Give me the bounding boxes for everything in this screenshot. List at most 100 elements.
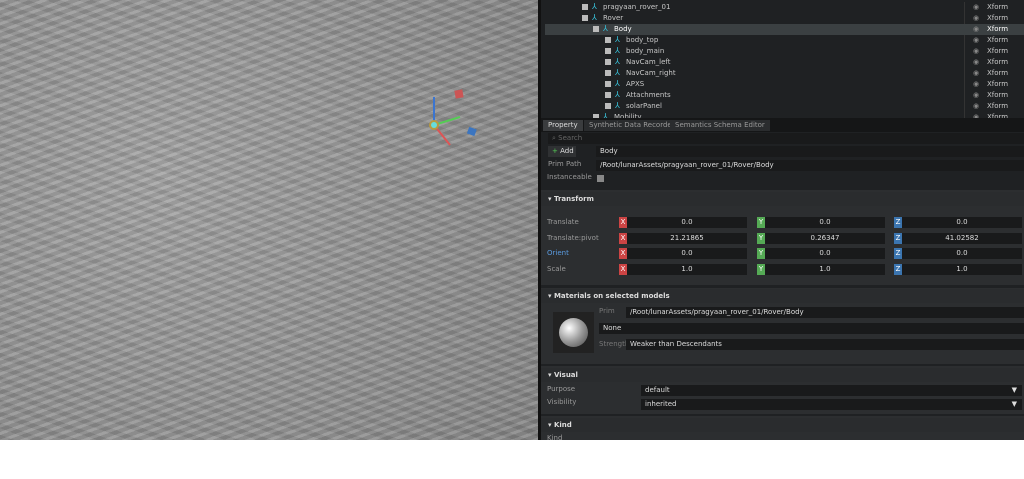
tab-semantics-schema-editor[interactable]: Semantics Schema Editor — [670, 120, 770, 131]
eye-visibility-icon[interactable]: ◉ — [973, 90, 979, 101]
prim-type: Xform — [987, 14, 1009, 22]
transform-x-field[interactable]: 0.0 — [627, 217, 747, 228]
purpose-label: Purpose — [547, 385, 576, 393]
eye-visibility-icon[interactable]: ◉ — [973, 35, 979, 46]
prim-label: solarPanel — [626, 102, 662, 110]
eye-visibility-icon[interactable]: ◉ — [973, 101, 979, 112]
material-dropdown[interactable]: None — [599, 323, 1024, 334]
eye-visibility-icon[interactable]: ◉ — [973, 2, 979, 13]
axis-x-label[interactable]: X — [619, 248, 627, 259]
eye-visibility-icon[interactable]: ◉ — [973, 13, 979, 24]
search-input[interactable]: ⌕ Search — [548, 133, 1024, 144]
stage-tree-row[interactable]: ⅄ Rover ◉ Xform — [545, 13, 1024, 24]
transform-x-field[interactable]: 0.0 — [627, 248, 747, 259]
eye-visibility-icon[interactable]: ◉ — [973, 57, 979, 68]
expand-toggle-icon[interactable] — [605, 92, 611, 98]
stage-tree-row[interactable]: ⅄ Body ◉ Xform — [545, 24, 1024, 35]
expand-toggle-icon[interactable] — [605, 81, 611, 87]
expand-toggle-icon[interactable] — [593, 26, 599, 32]
visibility-dropdown[interactable]: inherited ▼ — [641, 399, 1022, 410]
viewport[interactable] — [0, 0, 538, 440]
instanceable-checkbox[interactable] — [597, 175, 604, 182]
transform-y-field[interactable]: 0.26347 — [765, 233, 885, 244]
expand-toggle-icon[interactable] — [605, 70, 611, 76]
prim-label: NavCam_right — [626, 69, 676, 77]
axis-x-label[interactable]: X — [619, 264, 627, 275]
visual-header[interactable]: ▾ Visual — [541, 368, 1024, 382]
axis-y-label[interactable]: Y — [757, 233, 765, 244]
axis-x-label[interactable]: X — [619, 233, 627, 244]
prim-path-label: Prim Path — [548, 160, 582, 168]
transform-z-field[interactable]: 0.0 — [902, 248, 1022, 259]
tab-property[interactable]: Property — [543, 120, 583, 131]
axis-x-label[interactable]: X — [619, 217, 627, 228]
stage-tree-row[interactable]: ⅄ pragyaan_rover_01 ◉ Xform — [545, 2, 1024, 13]
prim-type: Xform — [987, 36, 1009, 44]
eye-visibility-icon[interactable]: ◉ — [973, 68, 979, 79]
xform-icon: ⅄ — [592, 13, 597, 22]
xform-icon: ⅄ — [592, 2, 597, 11]
transform-y-field[interactable]: 1.0 — [765, 264, 885, 275]
stage-tree-row[interactable]: ⅄ body_top ◉ Xform — [545, 35, 1024, 46]
eye-visibility-icon[interactable]: ◉ — [973, 46, 979, 57]
transform-y-field[interactable]: 0.0 — [765, 217, 885, 228]
prim-type: Xform — [987, 80, 1009, 88]
prim-label: Body — [614, 25, 632, 33]
expand-toggle-icon[interactable] — [582, 15, 588, 21]
stage-tree-row[interactable]: ⅄ NavCam_right ◉ Xform — [545, 68, 1024, 79]
eye-visibility-icon[interactable]: ◉ — [973, 24, 979, 35]
tab-synthetic-data-recorder[interactable]: Synthetic Data Recorder — [584, 120, 680, 131]
xform-icon: ⅄ — [615, 90, 620, 99]
prim-path-field[interactable]: /Root/lunarAssets/pragyaan_rover_01/Rove… — [596, 160, 1024, 171]
xform-icon: ⅄ — [615, 46, 620, 55]
transform-z-field[interactable]: 41.02582 — [902, 233, 1022, 244]
axis-z-label[interactable]: Z — [894, 248, 902, 259]
axis-z-label[interactable]: Z — [894, 217, 902, 228]
add-button[interactable]: + Add — [548, 146, 576, 157]
instanceable-label: Instanceable — [547, 173, 592, 181]
material-preview — [553, 312, 594, 353]
eye-visibility-icon[interactable]: ◉ — [973, 79, 979, 90]
stage-tree-row[interactable]: ⅄ body_main ◉ Xform — [545, 46, 1024, 57]
kind-header[interactable]: ▾ Kind — [541, 418, 1024, 432]
transform-gizmo[interactable] — [420, 85, 485, 150]
axis-z-label[interactable]: Z — [894, 233, 902, 244]
stage-tree-row[interactable]: ⅄ solarPanel ◉ Xform — [545, 101, 1024, 112]
expand-toggle-icon[interactable] — [582, 4, 588, 10]
transform-x-field[interactable]: 21.21865 — [627, 233, 747, 244]
purpose-dropdown[interactable]: default ▼ — [641, 385, 1022, 396]
plus-icon: + — [552, 147, 558, 155]
axis-y-label[interactable]: Y — [757, 264, 765, 275]
transform-z-field[interactable]: 1.0 — [902, 264, 1022, 275]
axis-z-label[interactable]: Z — [894, 264, 902, 275]
axis-y-label[interactable]: Y — [757, 248, 765, 259]
prim-type: Xform — [987, 69, 1009, 77]
transform-header[interactable]: ▾ Transform — [541, 192, 1024, 206]
stage-tree-row[interactable]: ⅄ APXS ◉ Xform — [545, 79, 1024, 90]
strength-dropdown[interactable]: Weaker than Descendants — [626, 339, 1024, 350]
prim-label: Attachments — [626, 91, 671, 99]
transform-y-field[interactable]: 0.0 — [765, 248, 885, 259]
prim-label: APXS — [626, 80, 645, 88]
materials-header[interactable]: ▾ Materials on selected models — [541, 289, 1024, 303]
expand-toggle-icon[interactable] — [605, 103, 611, 109]
stage-tree-row[interactable]: ⅄ Attachments ◉ Xform — [545, 90, 1024, 101]
material-prim-field: /Root/lunarAssets/pragyaan_rover_01/Rove… — [626, 307, 1024, 318]
transform-z-field[interactable]: 0.0 — [902, 217, 1022, 228]
kind-label: Kind — [547, 434, 563, 440]
expand-toggle-icon[interactable] — [605, 37, 611, 43]
xform-icon: ⅄ — [603, 24, 608, 33]
stage-tree: ⅄ pragyaan_rover_01 ◉ Xform ⅄ Rover ◉ Xform ⅄ Bod… — [541, 2, 1024, 118]
axis-y-label[interactable]: Y — [757, 217, 765, 228]
prim-name-field[interactable]: Body — [596, 146, 1024, 157]
prim-type: Xform — [987, 25, 1009, 33]
right-panel: ⅄ pragyaan_rover_01 ◉ Xform ⅄ Rover ◉ Xform ⅄ Bod… — [538, 0, 1024, 440]
material-sphere-icon — [559, 318, 588, 347]
expand-toggle-icon[interactable] — [605, 48, 611, 54]
stage-tree-row[interactable]: ⅄ NavCam_left ◉ Xform — [545, 57, 1024, 68]
prim-label: NavCam_left — [626, 58, 671, 66]
transform-x-field[interactable]: 1.0 — [627, 264, 747, 275]
expand-toggle-icon[interactable] — [605, 59, 611, 65]
xform-icon: ⅄ — [615, 101, 620, 110]
xform-icon: ⅄ — [615, 68, 620, 77]
